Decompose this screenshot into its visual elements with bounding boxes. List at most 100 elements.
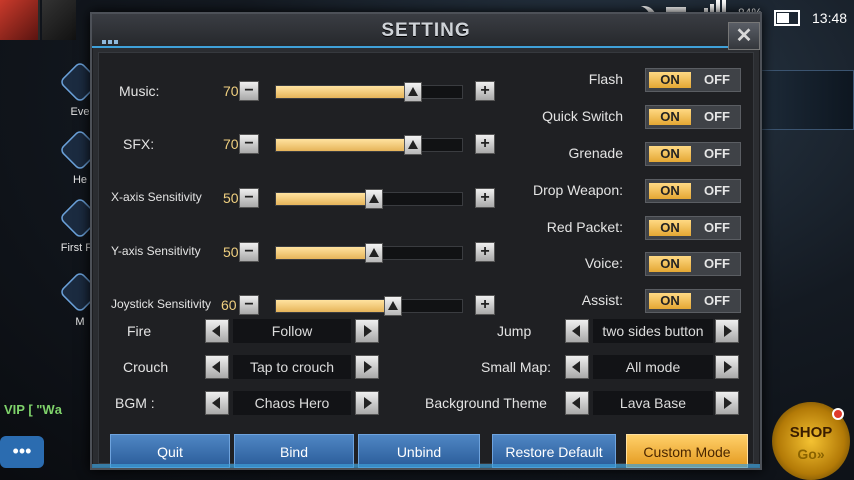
slider-thumb[interactable] [365, 189, 383, 209]
slider-fill [276, 300, 393, 312]
slider-value: 50 [223, 190, 239, 206]
toggle-on[interactable]: ON [649, 293, 691, 309]
player-avatar[interactable] [0, 0, 40, 40]
slider-track[interactable] [275, 189, 463, 209]
slider-track[interactable] [275, 296, 463, 316]
close-icon: ✕ [735, 25, 753, 47]
decrease-button[interactable]: − [239, 242, 259, 262]
selector-value: two sides button [593, 319, 713, 343]
footer-accent-line [92, 464, 760, 468]
clock: 13:48 [812, 10, 848, 26]
side-menu-label: M [75, 316, 85, 328]
chat-button[interactable]: ••• [0, 436, 44, 468]
titlebar-decoration [102, 40, 120, 44]
toggle-on[interactable]: ON [649, 183, 691, 199]
slider-fill [276, 193, 374, 205]
previous-option-button[interactable] [205, 391, 229, 415]
next-option-button[interactable] [715, 319, 739, 343]
toggle-off[interactable]: OFF [696, 256, 738, 272]
toggle-label: Grenade [568, 145, 623, 161]
selector-value: Follow [233, 319, 351, 343]
toggle-switch[interactable]: ON OFF [645, 289, 741, 313]
toggle-on[interactable]: ON [649, 256, 691, 272]
slider-thumb[interactable] [384, 296, 402, 316]
restore-default-button[interactable]: Restore Default [492, 434, 616, 468]
slider-row: Y-axis Sensitivity 50− + [99, 242, 499, 264]
battery-icon [774, 10, 800, 26]
selector-label: Jump [497, 323, 532, 339]
settings-content: Music: 70− + SFX: 70− + X-axis Sensitivity 50− +… [98, 52, 754, 464]
quit-button[interactable]: Quit [110, 434, 230, 468]
rank-icon [42, 0, 76, 40]
unbind-button[interactable]: Unbind [358, 434, 480, 468]
decrease-button[interactable]: − [239, 134, 259, 154]
toggle-off[interactable]: OFF [696, 293, 738, 309]
close-button[interactable]: ✕ [728, 22, 760, 50]
toggle-label: Drop Weapon: [532, 182, 623, 198]
toggle-switch[interactable]: ON OFF [645, 252, 741, 276]
bind-button[interactable]: Bind [234, 434, 354, 468]
toggle-on[interactable]: ON [649, 109, 691, 125]
slider-label: Joystick Sensitivity [111, 297, 212, 311]
selector-label: Small Map: [481, 359, 552, 375]
toggle-label: Voice: [584, 255, 623, 271]
previous-option-button[interactable] [565, 319, 589, 343]
slider-track[interactable] [275, 82, 463, 102]
previous-option-button[interactable] [565, 355, 589, 379]
shop-go-label: Go» [797, 446, 825, 462]
slider-label: Y-axis Sensitivity [111, 244, 201, 258]
slider-label: X-axis Sensitivity [111, 190, 202, 204]
previous-option-button[interactable] [205, 355, 229, 379]
next-option-button[interactable] [715, 391, 739, 415]
slider-label: Music: [119, 83, 160, 99]
toggle-switch[interactable]: ON OFF [645, 105, 741, 129]
next-option-button[interactable] [715, 355, 739, 379]
slider-value: 60 [221, 297, 237, 313]
toggle-on[interactable]: ON [649, 146, 691, 162]
previous-option-button[interactable] [205, 319, 229, 343]
toggle-off[interactable]: OFF [696, 146, 738, 162]
slider-value: 70 [223, 83, 239, 99]
next-option-button[interactable] [355, 391, 379, 415]
previous-option-button[interactable] [565, 391, 589, 415]
toggle-switch[interactable]: ON OFF [645, 68, 741, 92]
custom-mode-button[interactable]: Custom Mode [626, 434, 748, 468]
shop-label: SHOP [789, 424, 833, 441]
slider-thumb[interactable] [404, 135, 422, 155]
slider-track[interactable] [275, 243, 463, 263]
toggle-on[interactable]: ON [649, 220, 691, 236]
next-option-button[interactable] [355, 355, 379, 379]
slider-row: SFX: 70− + [99, 134, 499, 156]
selector-label: BGM : [115, 395, 155, 411]
toggle-switch[interactable]: ON OFF [645, 179, 741, 203]
toggle-off[interactable]: OFF [696, 109, 738, 125]
next-option-button[interactable] [355, 319, 379, 343]
toggle-label: Assist: [581, 292, 623, 308]
selector-label: Fire [127, 323, 152, 339]
settings-dialog: SETTING ✕ Music: 70− + SFX: 70− + X-axis Sensi… [90, 12, 762, 470]
toggle-label: Quick Switch [542, 108, 623, 124]
slider-track[interactable] [275, 135, 463, 155]
toggle-label: Red Packet: [546, 219, 623, 235]
slider-thumb[interactable] [365, 243, 383, 263]
chat-icon: ••• [12, 441, 32, 461]
toggle-on[interactable]: ON [649, 72, 691, 88]
toggle-off[interactable]: OFF [696, 72, 738, 88]
toggle-off[interactable]: OFF [696, 220, 738, 236]
selector-value: Lava Base [593, 391, 713, 415]
toggle-switch[interactable]: ON OFF [645, 142, 741, 166]
toggle-label: Flash [588, 71, 623, 87]
decrease-button[interactable]: − [239, 188, 259, 208]
toggle-off[interactable]: OFF [696, 183, 738, 199]
selector-value: Chaos Hero [233, 391, 351, 415]
decrease-button[interactable]: − [239, 81, 259, 101]
dialog-titlebar: SETTING [92, 14, 760, 48]
dialog-title: SETTING [381, 20, 471, 41]
slider-value: 70 [223, 136, 239, 152]
toggle-switch[interactable]: ON OFF [645, 216, 741, 240]
decrease-button[interactable]: − [239, 295, 259, 315]
slider-thumb[interactable] [404, 82, 422, 102]
shop-button[interactable]: SHOP Go» [772, 402, 850, 480]
banner-strip [760, 70, 854, 130]
selector-label: Crouch [123, 359, 169, 375]
